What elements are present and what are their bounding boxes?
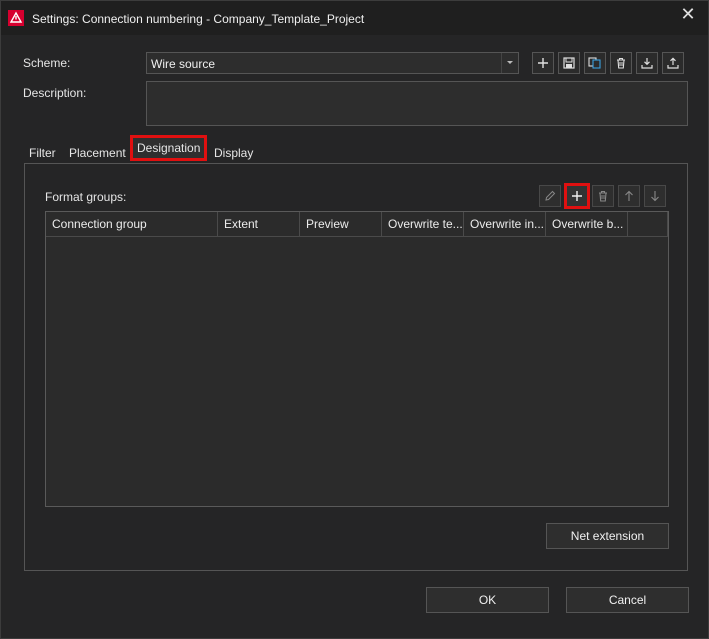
column-header[interactable]: Extent [218,212,300,236]
ok-button[interactable]: OK [426,587,549,613]
copy-scheme-button[interactable] [584,52,606,74]
column-header[interactable]: Overwrite in... [464,212,546,236]
plus-icon [572,191,582,201]
plus-icon [538,58,548,68]
trash-icon [617,57,625,69]
net-extension-button[interactable]: Net extension [546,523,669,549]
scheme-value: Wire source [151,57,216,71]
column-header[interactable]: Connection group [46,212,218,236]
scheme-dropdown[interactable]: Wire source [146,52,519,74]
column-header[interactable]: Overwrite b... [546,212,628,236]
import-scheme-button[interactable] [636,52,658,74]
cancel-button[interactable]: Cancel [566,587,689,613]
new-scheme-button[interactable] [532,52,554,74]
delete-scheme-button[interactable] [610,52,632,74]
format-groups-label: Format groups: [45,190,127,204]
delete-format-group-button[interactable] [592,185,614,207]
settings-dialog: Settings: Connection numbering - Company… [0,0,709,639]
move-down-button[interactable] [644,185,666,207]
pencil-icon [545,190,556,201]
export-icon [667,57,679,69]
import-icon [641,58,653,69]
app-logo-icon [8,10,24,26]
arrow-down-icon [651,191,659,202]
table-header: Connection group Extent Preview Overwrit… [46,212,668,237]
description-field[interactable] [146,81,688,126]
tab-designation[interactable]: Designation [130,135,208,161]
save-scheme-button[interactable] [558,52,580,74]
export-scheme-button[interactable] [662,52,684,74]
trash-icon [599,190,607,202]
arrow-up-icon [625,190,633,201]
close-button[interactable]: ✕ [676,5,700,25]
description-label: Description: [23,86,87,100]
save-icon [563,57,575,69]
chevron-down-icon[interactable] [501,53,518,73]
edit-format-group-button[interactable] [539,185,561,207]
close-icon: ✕ [680,4,696,24]
column-header-filler [628,212,668,236]
format-groups-table[interactable]: Connection group Extent Preview Overwrit… [45,211,669,507]
scheme-label: Scheme: [23,56,71,70]
column-header[interactable]: Overwrite te... [382,212,464,236]
add-format-group-button[interactable] [564,183,590,209]
move-up-button[interactable] [618,185,640,207]
copy-icon [588,57,601,69]
column-header[interactable]: Preview [300,212,382,236]
title-bar: Settings: Connection numbering - Company… [1,1,708,35]
window-title: Settings: Connection numbering - Company… [32,12,365,26]
